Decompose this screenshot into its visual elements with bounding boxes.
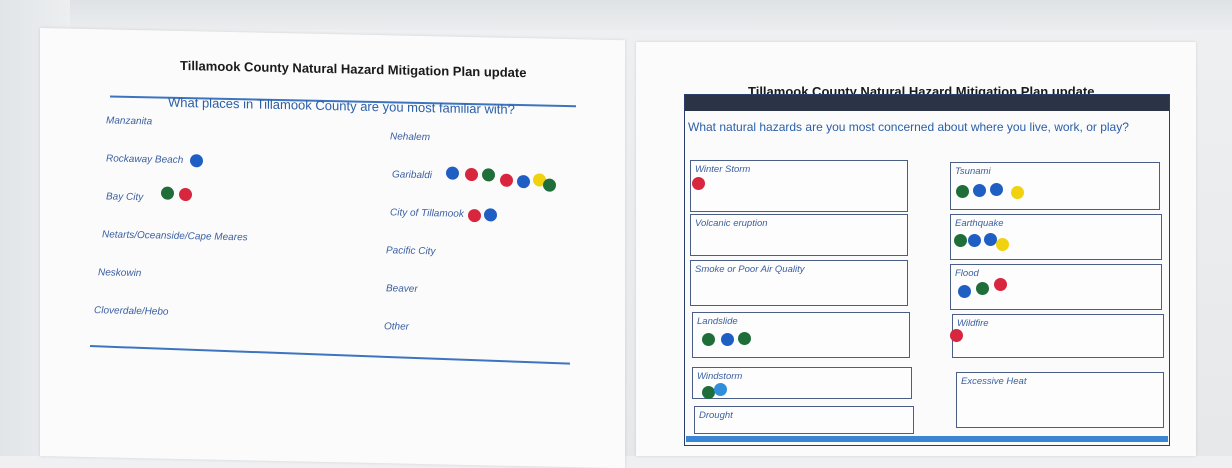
hazard-label: Landslide (697, 316, 738, 327)
sticker-dot-blue (958, 285, 971, 298)
sticker-dot-green (954, 234, 967, 247)
sticker-dot-green (161, 186, 174, 200)
hazard-label: Volcanic eruption (695, 218, 768, 229)
bottom-band (686, 436, 1168, 442)
hazard-box-drought: Drought (694, 406, 914, 434)
sticker-dot-green (738, 332, 751, 345)
hazard-box-winter-storm: Winter Storm (690, 160, 908, 212)
places-poster: Tillamook County Natural Hazard Mitigati… (40, 28, 625, 468)
sticker-dot-blue (190, 154, 203, 168)
sticker-dot-blue (517, 174, 530, 189)
place-garibaldi: Garibaldi (392, 169, 433, 182)
header-bar (685, 95, 1169, 111)
wall-background (0, 0, 1232, 30)
hazards-poster: Tillamook County Natural Hazard Mitigati… (636, 42, 1196, 456)
sticker-dot-red (950, 329, 963, 342)
hazard-label: Flood (955, 268, 979, 279)
place-nehalem: Nehalem (390, 131, 431, 144)
hazard-label: Wildfire (957, 318, 989, 329)
sticker-dot-blue (990, 183, 1003, 196)
poster-question: What natural hazards are you most concer… (688, 120, 1129, 134)
sticker-dot-red (468, 208, 481, 223)
place-neskowin: Neskowin (98, 267, 142, 280)
place-pacific-city: Pacific City (386, 245, 436, 258)
sticker-dot-lightblue (714, 383, 727, 396)
hazard-label: Drought (699, 410, 733, 421)
sticker-dot-blue (973, 184, 986, 197)
sticker-dot-green (702, 333, 715, 346)
hazard-label: Tsunami (955, 166, 991, 177)
hazard-box-wildfire: Wildfire (952, 314, 1164, 358)
poster-question: What places in Tillamook County are you … (168, 94, 515, 117)
hazard-box-excessive-heat: Excessive Heat (956, 372, 1164, 428)
hazard-label: Earthquake (955, 218, 1004, 229)
sticker-dot-red (994, 278, 1007, 291)
sticker-dot-green (543, 178, 556, 192)
sticker-dot-red (692, 177, 705, 190)
sticker-dot-blue (721, 333, 734, 346)
sticker-dot-red (500, 173, 513, 187)
place-other: Other (384, 321, 410, 333)
place-rockaway-beach: Rockaway Beach (106, 153, 184, 167)
hazard-box-earthquake: Earthquake (950, 214, 1162, 260)
sticker-dot-green (976, 282, 989, 295)
sticker-dot-green (956, 185, 969, 198)
hazard-label: Windstorm (697, 371, 743, 382)
sticker-dot-red (179, 187, 192, 202)
sticker-dot-blue (968, 234, 981, 247)
hazard-label: Winter Storm (695, 164, 751, 175)
poster-title: Tillamook County Natural Hazard Mitigati… (180, 57, 527, 81)
sticker-dot-red (465, 167, 478, 182)
sticker-dot-green (482, 168, 495, 182)
bottom-rule (89, 345, 570, 365)
sticker-dot-yellow (1011, 186, 1024, 199)
hazard-box-smoke: Smoke or Poor Air Quality (690, 260, 908, 306)
place-city-of-tillamook: City of Tillamook (390, 207, 464, 220)
place-bay-city: Bay City (106, 191, 144, 204)
hazard-label: Excessive Heat (961, 376, 1027, 387)
place-cloverdale-hebo: Cloverdale/Hebo (94, 305, 169, 318)
sticker-dot-yellow (996, 238, 1009, 251)
place-beaver: Beaver (386, 283, 418, 295)
sticker-dot-blue (484, 208, 497, 222)
hazard-box-volcanic-eruption: Volcanic eruption (690, 214, 908, 256)
place-netarts: Netarts/Oceanside/Cape Meares (102, 229, 248, 244)
sticker-dot-blue (446, 166, 459, 180)
hazard-label: Smoke or Poor Air Quality (695, 264, 805, 275)
place-manzanita: Manzanita (106, 115, 153, 128)
